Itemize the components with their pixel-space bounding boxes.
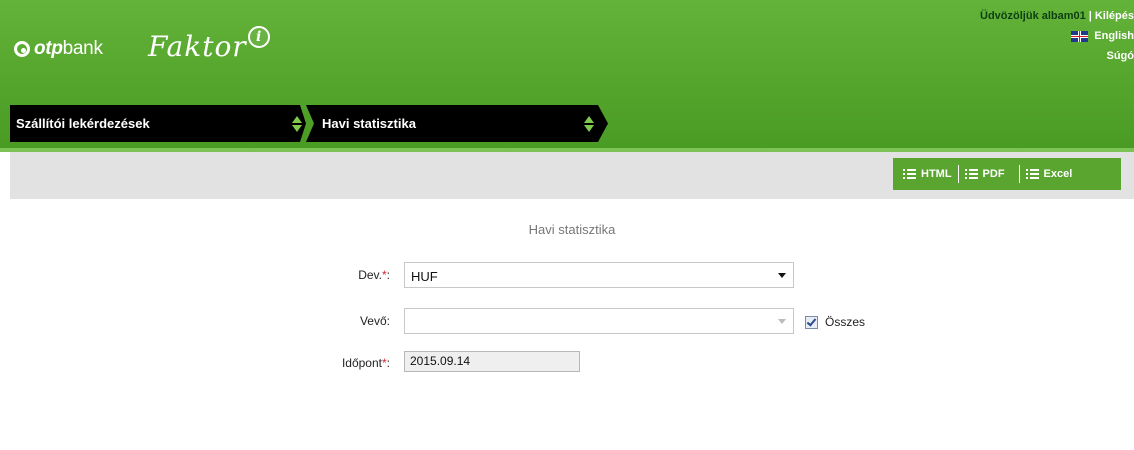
currency-select[interactable]: HUF bbox=[404, 262, 794, 288]
chevron-down-icon bbox=[778, 273, 786, 278]
brand-name: otpbank bbox=[34, 38, 103, 59]
divider bbox=[957, 165, 959, 183]
customer-select[interactable] bbox=[404, 308, 794, 334]
export-html-button[interactable]: HTML bbox=[903, 168, 952, 180]
breadcrumb-label: Szállítói lekérdezések bbox=[16, 116, 150, 131]
all-customers-label[interactable]: Összes bbox=[825, 315, 865, 329]
export-pdf-label: PDF bbox=[982, 168, 1005, 180]
date-label: Időpont*: bbox=[341, 356, 390, 370]
form-title: Havi statisztika bbox=[528, 222, 616, 237]
export-excel-button[interactable]: Excel bbox=[1025, 168, 1073, 180]
export-pdf-button[interactable]: PDF bbox=[964, 168, 1005, 180]
breadcrumb-label: Havi statisztika bbox=[322, 116, 416, 131]
uk-flag-icon bbox=[1071, 30, 1089, 42]
separator: | bbox=[1088, 10, 1092, 22]
up-down-arrows-icon[interactable] bbox=[584, 116, 594, 132]
export-html-label: HTML bbox=[921, 168, 952, 180]
export-buttons: HTML PDF Excel bbox=[893, 158, 1121, 190]
faktor-logo: Faktor i bbox=[148, 26, 270, 63]
help-link[interactable]: Súgó bbox=[1107, 46, 1134, 66]
product-name: Faktor bbox=[148, 30, 247, 63]
up-down-arrows-icon[interactable] bbox=[292, 116, 302, 132]
list-icon bbox=[1025, 168, 1039, 180]
date-input[interactable]: 2015.09.14 bbox=[404, 351, 580, 372]
user-area: Üdvözöljük albam01 | Kilépés English Súg… bbox=[980, 6, 1134, 66]
breadcrumb-item-supplier-queries[interactable]: Szállítói lekérdezések bbox=[10, 105, 306, 142]
list-icon bbox=[964, 168, 978, 180]
logout-link[interactable]: Kilépés bbox=[1095, 6, 1134, 26]
welcome-text: Üdvözöljük albam01 bbox=[980, 10, 1086, 22]
breadcrumb-item-monthly-stats[interactable]: Havi statisztika bbox=[306, 105, 608, 142]
list-icon bbox=[903, 168, 916, 180]
info-badge-icon: i bbox=[247, 26, 270, 48]
customer-label: Vevő: bbox=[359, 314, 390, 328]
chevron-down-icon bbox=[778, 319, 786, 324]
currency-value: HUF bbox=[411, 269, 438, 284]
toolbar: HTML PDF Excel bbox=[10, 152, 1134, 199]
divider bbox=[1018, 165, 1020, 183]
currency-label: Dev.*: bbox=[358, 268, 390, 282]
language-link[interactable]: English bbox=[1094, 26, 1134, 46]
export-excel-label: Excel bbox=[1043, 168, 1073, 180]
header-bar: otpbank Faktor i Üdvözöljük albam01 | Ki… bbox=[0, 0, 1134, 148]
otp-logo-icon bbox=[14, 41, 30, 57]
all-customers-checkbox[interactable] bbox=[805, 316, 818, 329]
main-content: HTML PDF Excel Havi statisztika Dev.*: H… bbox=[10, 152, 1134, 450]
otpbank-logo: otpbank bbox=[14, 38, 103, 60]
